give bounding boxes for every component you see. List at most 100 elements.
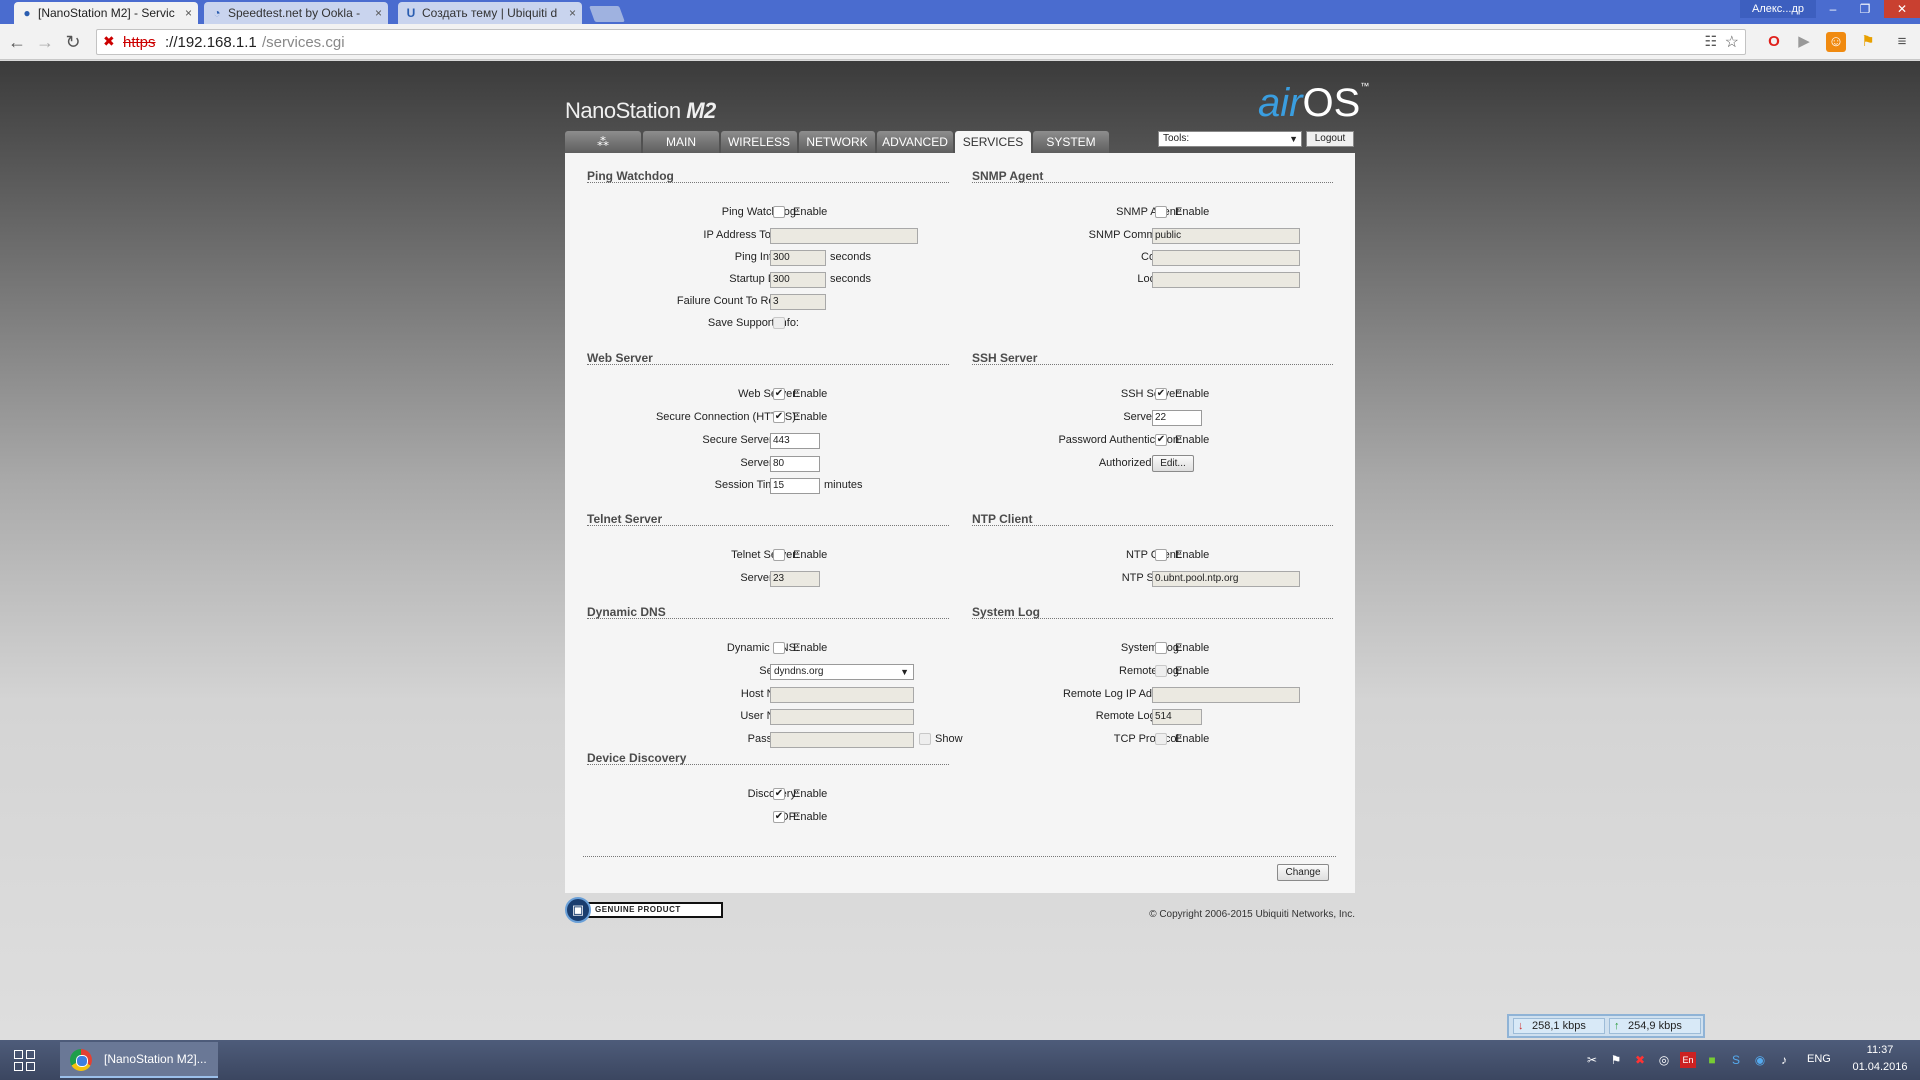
tcp-protocol-checkbox[interactable]: [1155, 733, 1167, 745]
clock-date[interactable]: 01.04.2016: [1850, 1061, 1910, 1073]
tray-keyboard-icon[interactable]: En: [1680, 1052, 1696, 1068]
tray-usb-icon[interactable]: ⚑: [1608, 1052, 1624, 1068]
dropdown-caret-icon: ▼: [1289, 134, 1298, 144]
discovery-checkbox[interactable]: [773, 788, 785, 800]
https-checkbox[interactable]: [773, 411, 785, 423]
ddns-service-select[interactable]: dyndns.org ▼: [770, 664, 914, 680]
address-bar[interactable]: ✖ https ://192.168.1.1 /services.cgi ☷ ☆: [96, 29, 1746, 55]
forward-icon[interactable]: →: [34, 31, 56, 53]
tray-chrome-icon[interactable]: ◎: [1656, 1052, 1672, 1068]
remote-log-label: Remote Log:: [1119, 665, 1182, 677]
taskbar-chrome-window[interactable]: [NanoStation M2]...: [60, 1042, 218, 1078]
tab-services[interactable]: SERVICES: [955, 131, 1031, 153]
web-server-checkbox[interactable]: [773, 388, 785, 400]
failure-count-input[interactable]: 3: [770, 294, 826, 310]
ssh-server-enable-label: Enable: [1175, 388, 1210, 400]
start-icon[interactable]: [14, 1050, 36, 1072]
host-name-input[interactable]: [770, 687, 914, 703]
remote-log-ip-input[interactable]: [1152, 687, 1300, 703]
close-tab-icon[interactable]: ×: [185, 2, 192, 24]
session-timeout-unit: minutes: [824, 479, 863, 491]
close-tab-icon[interactable]: ×: [569, 2, 576, 24]
menu-icon[interactable]: ≡: [1892, 32, 1912, 52]
tab-advanced[interactable]: ADVANCED: [877, 131, 953, 153]
snmp-agent-label: SNMP Agent:: [1116, 206, 1182, 218]
session-timeout-input[interactable]: 15: [770, 478, 820, 494]
secure-port-input[interactable]: 443: [770, 433, 820, 449]
snmp-agent-enable-label: Enable: [1175, 206, 1210, 218]
play-icon[interactable]: ▶: [1794, 32, 1814, 52]
edit-keys-button[interactable]: Edit...: [1152, 455, 1194, 472]
password-auth-enable-label: Enable: [1175, 434, 1210, 446]
cdp-checkbox[interactable]: [773, 811, 785, 823]
bookmark-star-icon[interactable]: ☆: [1725, 32, 1739, 52]
restore-icon[interactable]: ❐: [1850, 0, 1880, 18]
https-enable-label: Enable: [793, 411, 828, 423]
web-port-input[interactable]: 80: [770, 456, 820, 472]
opera-icon[interactable]: O: [1764, 32, 1784, 52]
tray-antivirus-icon[interactable]: ✖: [1632, 1052, 1648, 1068]
user-name-input[interactable]: [770, 709, 914, 725]
password-auth-checkbox[interactable]: [1155, 434, 1167, 446]
remote-log-port-input[interactable]: 514: [1152, 709, 1202, 725]
ping-watchdog-checkbox[interactable]: [773, 206, 785, 218]
tab-ubnt-logo[interactable]: ⁂: [565, 131, 641, 153]
location-input[interactable]: [1152, 272, 1300, 288]
tab-speedtest[interactable]: ◔ Speedtest.net by Ookla - ×: [204, 2, 388, 24]
brand-model: M2: [686, 98, 716, 123]
odnoklassniki-icon[interactable]: ☺: [1826, 32, 1846, 52]
section-ssh-server: SSH Server: [972, 351, 1333, 365]
tools-dropdown[interactable]: Tools: ▼: [1158, 131, 1302, 147]
contact-input[interactable]: [1152, 250, 1300, 266]
save-support-checkbox[interactable]: [773, 317, 785, 329]
tray-nvidia-icon[interactable]: ■: [1704, 1052, 1720, 1068]
close-window-icon[interactable]: ✕: [1884, 0, 1920, 18]
back-icon[interactable]: ←: [6, 31, 28, 53]
telnet-server-checkbox[interactable]: [773, 549, 785, 561]
taskbar-window-title: [NanoStation M2]...: [104, 1052, 207, 1066]
ddns-checkbox[interactable]: [773, 642, 785, 654]
profile-name[interactable]: Алекс...др: [1740, 0, 1816, 18]
tray-network-icon[interactable]: ✂: [1584, 1052, 1600, 1068]
clock-time[interactable]: 11:37: [1850, 1044, 1910, 1056]
ntp-client-checkbox[interactable]: [1155, 549, 1167, 561]
translate-icon[interactable]: ☷: [1704, 33, 1717, 50]
tab-wireless[interactable]: WIRELESS: [721, 131, 797, 153]
telnet-port-input[interactable]: 23: [770, 571, 820, 587]
tcp-protocol-enable-label: Enable: [1175, 733, 1210, 745]
ntp-server-input[interactable]: 0.ubnt.pool.ntp.org: [1152, 571, 1300, 587]
show-password-checkbox[interactable]: [919, 733, 931, 745]
change-button[interactable]: Change: [1277, 864, 1329, 881]
tab-nanostation[interactable]: ● [NanoStation M2] - Servic ×: [14, 2, 198, 24]
startup-delay-input[interactable]: 300: [770, 272, 826, 288]
ddns-password-input[interactable]: [770, 732, 914, 748]
minimize-icon[interactable]: –: [1818, 0, 1848, 18]
tab-title: Создать тему | Ubiquiti d: [422, 6, 558, 20]
tray-skype-icon[interactable]: S: [1728, 1052, 1744, 1068]
tab-system[interactable]: SYSTEM: [1033, 131, 1109, 153]
ip-to-ping-input[interactable]: [770, 228, 918, 244]
bookmark-flag-icon[interactable]: ⚑: [1858, 32, 1878, 52]
snmp-community-input[interactable]: public: [1152, 228, 1300, 244]
reload-icon[interactable]: ↻: [62, 31, 84, 53]
airos-logo: airOS™: [1258, 81, 1369, 126]
tray-bluetooth-icon[interactable]: ◉: [1752, 1052, 1768, 1068]
browser-titlebar: ● [NanoStation M2] - Servic × ◔ Speedtes…: [0, 0, 1920, 24]
remote-log-checkbox[interactable]: [1155, 665, 1167, 677]
section-snmp-agent: SNMP Agent: [972, 169, 1333, 183]
ping-interval-input[interactable]: 300: [770, 250, 826, 266]
tab-main[interactable]: MAIN: [643, 131, 719, 153]
tray-volume-icon[interactable]: ♪: [1776, 1052, 1792, 1068]
system-log-checkbox[interactable]: [1155, 642, 1167, 654]
tab-ubiquiti-forum[interactable]: U Создать тему | Ubiquiti d ×: [398, 2, 582, 24]
new-tab-button[interactable]: [589, 6, 625, 22]
snmp-agent-checkbox[interactable]: [1155, 206, 1167, 218]
tab-network[interactable]: NETWORK: [799, 131, 875, 153]
insecure-lock-icon[interactable]: ✖: [103, 33, 115, 50]
ssh-port-input[interactable]: 22: [1152, 410, 1202, 426]
ssh-server-checkbox[interactable]: [1155, 388, 1167, 400]
close-tab-icon[interactable]: ×: [375, 2, 382, 24]
tab-title: [NanoStation M2] - Servic: [38, 6, 175, 20]
language-indicator[interactable]: ENG: [1807, 1053, 1831, 1065]
logout-button[interactable]: Logout: [1306, 131, 1354, 147]
